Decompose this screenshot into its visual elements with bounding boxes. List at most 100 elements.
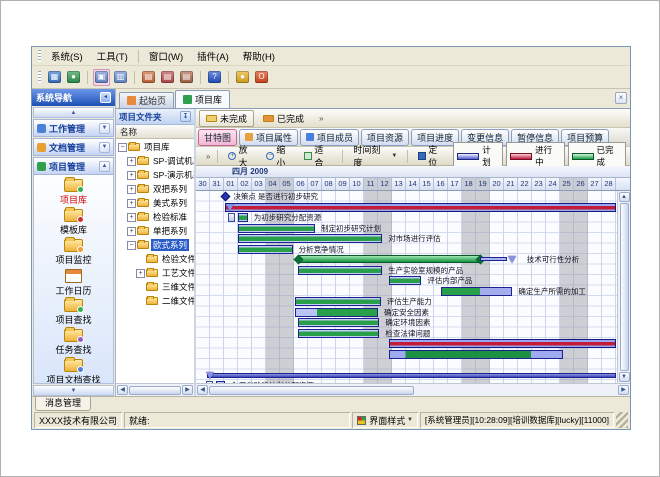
desktop-button[interactable]: ▦ [46, 69, 63, 86]
gantt-bar-task_done[interactable] [295, 297, 380, 306]
gantt-bar-task_done[interactable] [238, 224, 315, 233]
scroll-down-icon[interactable]: ▼ [619, 372, 630, 382]
gantt-bar-task_done[interactable] [389, 276, 421, 285]
chevron-down-icon[interactable]: ▼ [99, 142, 110, 153]
tree-row[interactable]: +工艺文件 [116, 266, 194, 280]
sidebar-item-2[interactable]: 模板库 [34, 209, 113, 239]
expand-icon[interactable]: + [127, 199, 136, 208]
gantt-bar-task_half[interactable] [441, 287, 512, 296]
lock-button[interactable]: ● [234, 69, 251, 86]
pin-icon[interactable]: ↧ [180, 111, 191, 122]
tree-row[interactable]: +检验标准 [116, 210, 194, 224]
tree-row[interactable]: 检验文件 [116, 252, 194, 266]
gantt-bar-task_small[interactable] [216, 381, 226, 383]
window-tile-button[interactable]: ▥ [112, 69, 129, 86]
ui-style-dropdown[interactable]: 界面样式 ▼ [352, 412, 418, 428]
chevron-up-icon[interactable]: ▲ [99, 161, 110, 172]
scroll-left-icon[interactable]: ◀ [117, 385, 128, 395]
collapse-icon[interactable]: − [118, 143, 127, 152]
chevron-down-icon[interactable]: ▼ [99, 123, 110, 134]
gantt-bar-task_done[interactable] [238, 245, 293, 254]
nav-collapse-icon[interactable]: ◂ [100, 92, 111, 103]
subtab-2[interactable]: 已完成 [256, 110, 311, 127]
tree-row[interactable]: +双把系列 [116, 182, 194, 196]
expand-icon[interactable]: + [127, 171, 136, 180]
gantt-bar-task_done[interactable] [298, 266, 382, 275]
sidebar-item-1[interactable]: 项目库 [34, 179, 113, 209]
window-cascade-button[interactable]: ▣ [93, 69, 110, 86]
gantt-bar-task_half2[interactable] [295, 308, 378, 317]
nav-group-1[interactable]: 工作管理▼ [33, 119, 114, 137]
tree-row[interactable]: +SP-调试机系 [116, 154, 194, 168]
toolbar-grip[interactable] [38, 71, 41, 83]
menu-item-3[interactable]: 窗口(W) [142, 47, 190, 65]
schedule-edit-button[interactable]: ▤ [159, 69, 176, 86]
gantt-vertical-scrollbar[interactable]: ▲ ▼ [617, 191, 630, 383]
toolbar-grip[interactable] [38, 50, 41, 62]
tree-row[interactable]: 二维文件 [116, 294, 194, 308]
tab-2[interactable]: 项目库 [175, 90, 230, 108]
scroll-thumb[interactable] [209, 386, 414, 395]
gantt-bar-task_done[interactable] [298, 318, 379, 327]
gantt-bar-task_done[interactable] [238, 234, 382, 243]
help-button[interactable]: ? [206, 69, 223, 86]
menu-item-0[interactable]: 系统(S) [44, 47, 90, 65]
schedule-new-button[interactable]: ▤ [140, 69, 157, 86]
subtab-1[interactable]: 未完成 [199, 110, 254, 127]
gantt-bar-summary_progress[interactable] [389, 339, 616, 348]
sidebar-item-4[interactable]: 工作日历 [34, 269, 113, 299]
globe-button[interactable]: ● [65, 69, 82, 86]
tree-row[interactable]: −欧式系列 [116, 238, 194, 252]
gantt-bar-task_small[interactable] [238, 213, 248, 222]
gantt-horizontal-scrollbar[interactable]: ◀ ▶ [196, 383, 630, 396]
gantt-chart[interactable]: 决策点 是否进行初步研究为初步研究分配资源制定初步研究计划对市场进行评估分析竞争… [196, 191, 617, 383]
menu-item-1[interactable]: 工具(T) [90, 47, 135, 65]
nav-scroll-down[interactable]: ▼ [33, 385, 114, 396]
sidebar-item-5[interactable]: 项目查找 [34, 299, 113, 329]
nav-group-2[interactable]: 文档管理▼ [33, 138, 114, 156]
milestone-diamond-icon[interactable] [221, 191, 231, 201]
gantt-bar-task_done[interactable] [298, 329, 379, 338]
scroll-right-icon[interactable]: ▶ [618, 385, 629, 395]
subtab-overflow-icon[interactable]: » [319, 114, 323, 123]
sidebar-item-6[interactable]: 任务查找 [34, 329, 113, 359]
gantt-bar-summary_progress[interactable] [225, 203, 616, 212]
scroll-left-icon[interactable]: ◀ [197, 385, 208, 395]
tree-horizontal-scrollbar[interactable]: ◀ ▶ [116, 383, 194, 396]
expand-icon[interactable]: + [127, 157, 136, 166]
tab-message-management[interactable]: 消息管理 [35, 397, 91, 411]
sidebar-item-7[interactable]: 项目文档查找 [34, 359, 113, 384]
tree-row[interactable]: +SP-演示机系 [116, 168, 194, 182]
folder-icon [64, 359, 83, 372]
toolbar-overflow-icon[interactable]: » [206, 152, 210, 161]
gantt-bar-task_planmix[interactable] [389, 350, 563, 359]
schedule-new-icon: ▤ [142, 71, 155, 83]
tree-row[interactable]: +单把系列 [116, 224, 194, 238]
menu-item-5[interactable]: 帮助(H) [236, 47, 282, 65]
nav-group-3[interactable]: 项目管理▲ [33, 157, 114, 175]
close-tab-icon[interactable]: × [615, 92, 627, 104]
tree-row[interactable]: −项目库 [116, 140, 194, 154]
tree-row[interactable]: 三维文件 [116, 280, 194, 294]
menu-item-4[interactable]: 插件(A) [190, 47, 236, 65]
expand-icon[interactable]: + [127, 227, 136, 236]
sidebar-item-3[interactable]: 项目监控 [34, 239, 113, 269]
gantt-bar-summary_plan[interactable] [207, 373, 616, 378]
expand-icon[interactable]: + [127, 213, 136, 222]
schedule-view-button[interactable]: ▤ [178, 69, 195, 86]
expand-icon[interactable]: + [127, 185, 136, 194]
resize-grip[interactable] [616, 412, 628, 428]
collapse-icon[interactable]: − [127, 241, 136, 250]
expand-icon[interactable]: + [136, 269, 145, 278]
power-button[interactable]: O [253, 69, 270, 86]
tree-row[interactable]: +美式系列 [116, 196, 194, 210]
tab-1[interactable]: 起始页 [119, 92, 174, 108]
gantt-bar-summary_done[interactable] [298, 255, 480, 263]
nav-scroll-up[interactable]: ▲ [33, 107, 114, 118]
tree-column-header[interactable]: 名称 [116, 125, 194, 139]
scroll-thumb[interactable] [129, 386, 181, 395]
scroll-right-icon[interactable]: ▶ [182, 385, 193, 395]
gantt-bar-label: 制定初步研究计划 [321, 224, 381, 233]
scroll-up-icon[interactable]: ▲ [619, 192, 630, 202]
scroll-thumb[interactable] [620, 203, 629, 371]
